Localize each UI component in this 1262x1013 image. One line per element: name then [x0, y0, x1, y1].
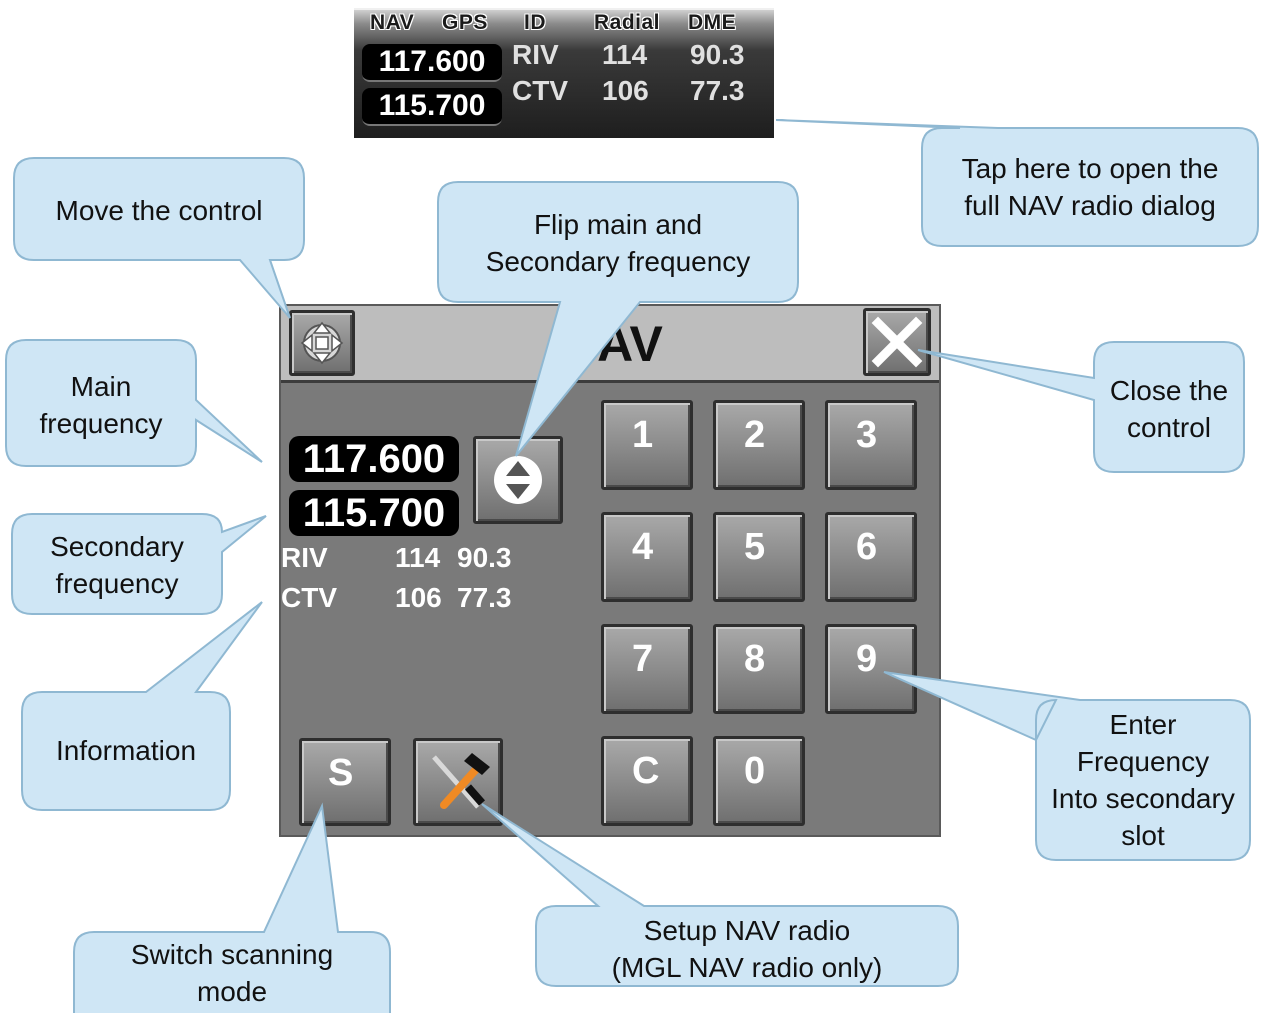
callout-main-frequency-line-2: frequency [39, 408, 163, 439]
callout-secondary-frequency: Secondary frequency [12, 528, 222, 602]
callout-main-frequency-line-1: Main [70, 371, 132, 402]
callout-tap-here-line-2: full NAV radio dialog [964, 190, 1216, 221]
callout-flip-line-1: Flip main and [533, 209, 703, 240]
callout-enter-frequency-line-2: Frequency [1076, 746, 1210, 777]
callout-scan: Switch scanning mode [74, 936, 390, 1010]
callout-setup-line-1: Setup NAV radio [643, 915, 851, 946]
callout-information-line-1: Information [55, 735, 197, 766]
callout-enter-frequency-line-1: Enter [1109, 709, 1177, 740]
callout-scan-line-2: mode [196, 976, 268, 1007]
callout-main-frequency: Main frequency [6, 368, 196, 442]
callout-secondary-frequency-line-1: Secondary [50, 531, 184, 562]
callout-close-line-2: control [1126, 412, 1212, 443]
callout-setup-line-2: (MGL NAV radio only) [611, 952, 883, 983]
callout-enter-frequency: Enter Frequency Into secondary slot [1036, 706, 1250, 854]
callout-enter-frequency-line-4: slot [1121, 820, 1165, 851]
callout-move-bubble [13, 157, 305, 319]
callout-scan-line-1: Switch scanning [130, 939, 334, 970]
callout-move: Move the control [14, 192, 304, 229]
callout-move-line-1: Move the control [55, 195, 263, 226]
callout-information: Information [22, 732, 230, 769]
callout-flip: Flip main and Secondary frequency [438, 206, 798, 280]
callout-setup: Setup NAV radio (MGL NAV radio only) [536, 912, 958, 986]
callout-tap-here-line-1: Tap here to open the [961, 153, 1219, 184]
callout-enter-frequency-line-3: Into secondary [1051, 783, 1235, 814]
callout-tap-here: Tap here to open the full NAV radio dial… [922, 150, 1258, 224]
callout-flip-line-2: Secondary frequency [485, 246, 751, 277]
callout-secondary-frequency-line-2: frequency [55, 568, 179, 599]
callout-information-bubble [21, 601, 263, 811]
callout-close-line-1: Close the [1109, 375, 1229, 406]
callout-close: Close the control [1094, 372, 1244, 446]
